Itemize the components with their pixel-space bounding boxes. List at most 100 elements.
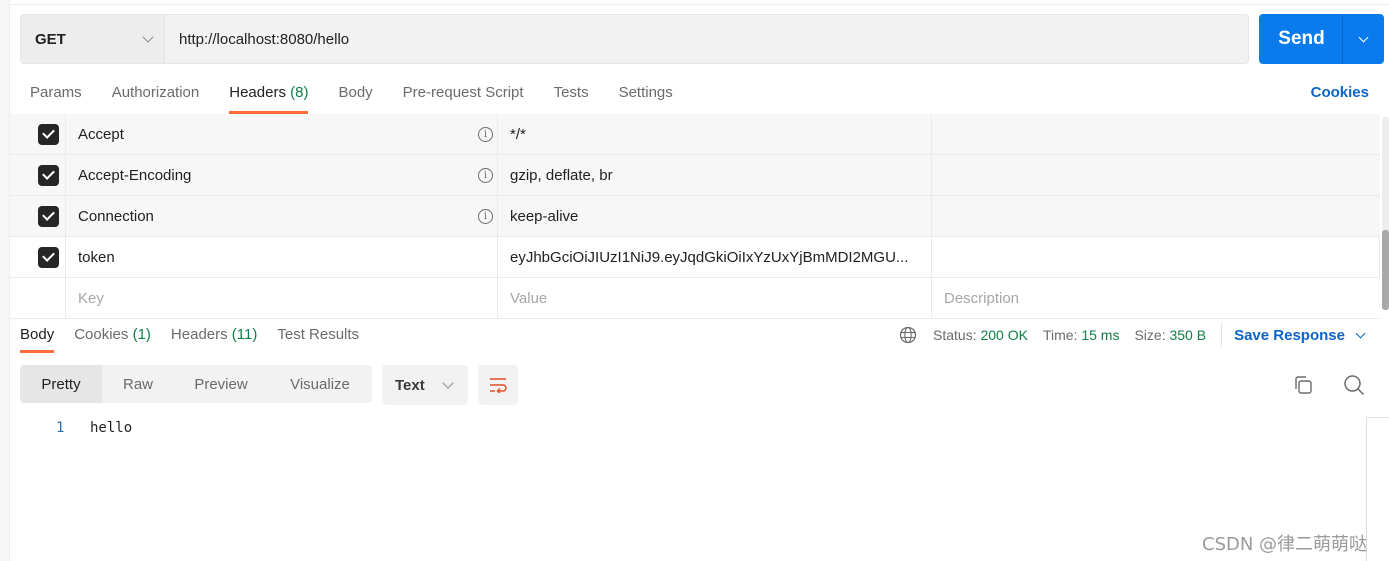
search-icon[interactable] — [1342, 373, 1366, 397]
url-input[interactable]: http://localhost:8080/hello — [165, 31, 349, 48]
tab-label: Body — [20, 326, 55, 343]
line-number: 1 — [56, 420, 65, 436]
info-icon[interactable]: i — [478, 126, 493, 142]
size-value: 350 B — [1169, 327, 1207, 343]
tab-label: Headers — [229, 84, 286, 101]
table-row: Accept-Encoding i gzip, deflate, br — [10, 155, 1380, 196]
cookies-count: (1) — [132, 326, 151, 343]
tab-headers[interactable]: Headers (8) — [229, 84, 309, 114]
header-key[interactable]: token — [66, 237, 498, 277]
header-key-text: Connection — [78, 207, 154, 225]
editor-scrollbar-edge — [1366, 417, 1389, 418]
response-body-editor[interactable]: 1 hello — [20, 415, 1365, 561]
tab-label: Test Results — [277, 326, 360, 343]
header-value[interactable]: gzip, deflate, br — [498, 155, 932, 195]
row-checkbox[interactable] — [38, 205, 59, 227]
new-description-input[interactable]: Description — [932, 278, 1380, 318]
wrap-lines-button[interactable] — [478, 365, 518, 405]
table-row: Accept i */* — [10, 114, 1380, 155]
tab-tests[interactable]: Tests — [554, 84, 589, 114]
tab-authorization[interactable]: Authorization — [112, 84, 200, 114]
language-select[interactable]: Text — [382, 365, 468, 405]
tab-label: Body — [338, 84, 373, 101]
chevron-down-icon — [442, 377, 454, 389]
chevron-down-icon — [1358, 32, 1369, 42]
header-key-text: Accept — [78, 125, 124, 143]
header-key-text: token — [78, 248, 115, 266]
copy-icon[interactable] — [1292, 374, 1314, 396]
row-checkbox-cell — [10, 237, 66, 277]
save-response-label: Save Response — [1234, 326, 1345, 344]
size-readout[interactable]: Size: 350 B — [1134, 327, 1206, 343]
wrap-lines-icon — [490, 378, 507, 393]
tab-response-headers[interactable]: Headers (11) — [171, 326, 257, 356]
tab-label: Cookies — [74, 326, 129, 343]
tab-label: Settings — [618, 84, 673, 101]
mode-preview[interactable]: Preview — [174, 365, 268, 403]
send-options-button[interactable] — [1343, 14, 1384, 64]
row-checkbox-cell — [10, 196, 66, 236]
header-value[interactable]: keep-alive — [498, 196, 932, 236]
tab-response-cookies[interactable]: Cookies (1) — [74, 326, 151, 356]
tab-label: Tests — [553, 84, 589, 101]
header-value[interactable]: eyJhbGciOiJIUzI1NiJ9.eyJqdGkiOiIxYzUxYjB… — [498, 237, 932, 277]
send-button[interactable]: Send — [1259, 14, 1343, 64]
tab-label: Authorization — [111, 84, 200, 101]
header-description[interactable] — [932, 196, 1380, 236]
new-header-row: Key Value Description — [10, 278, 1380, 319]
info-icon[interactable]: i — [478, 167, 493, 183]
header-description[interactable] — [932, 155, 1380, 195]
info-icon[interactable]: i — [478, 208, 493, 224]
header-key[interactable]: Connection i — [66, 196, 498, 236]
header-description[interactable] — [932, 114, 1380, 154]
header-description[interactable] — [932, 237, 1379, 277]
sidebar-edge — [0, 0, 10, 561]
time-label: Time: — [1042, 327, 1078, 343]
row-checkbox[interactable] — [38, 164, 59, 186]
new-key-input[interactable]: Key — [66, 278, 498, 318]
tab-response-body[interactable]: Body — [20, 326, 55, 356]
request-tabs: Params Authorization Headers (8) Body Pr… — [30, 84, 703, 114]
tab-label: Pre-request Script — [402, 84, 524, 101]
mode-visualize[interactable]: Visualize — [268, 365, 372, 403]
save-response-button[interactable]: Save Response — [1234, 326, 1366, 344]
table-row: Connection i keep-alive — [10, 196, 1380, 237]
method-select[interactable]: GET — [21, 15, 165, 63]
status-readout[interactable]: Status: 200 OK — [933, 327, 1028, 343]
header-value[interactable]: */* — [498, 114, 932, 154]
divider — [1221, 323, 1223, 347]
status-label: Status: — [933, 327, 977, 343]
send-button-group: Send — [1259, 14, 1384, 64]
row-checkbox[interactable] — [38, 246, 59, 268]
cookies-link[interactable]: Cookies — [1311, 84, 1369, 101]
request-url-bar: GET http://localhost:8080/hello — [20, 14, 1249, 64]
row-checkbox-cell — [10, 278, 66, 318]
chevron-down-icon — [1355, 328, 1366, 338]
globe-icon[interactable] — [899, 326, 917, 344]
new-value-input[interactable]: Value — [498, 278, 932, 318]
mode-raw[interactable]: Raw — [102, 365, 174, 403]
response-meta: Status: 200 OK Time: 15 ms Size: 350 B S… — [899, 323, 1366, 347]
tab-params[interactable]: Params — [30, 84, 82, 114]
headers-count: (8) — [290, 84, 309, 101]
tab-pre-request-script[interactable]: Pre-request Script — [403, 84, 524, 114]
header-key-text: Accept-Encoding — [78, 166, 192, 184]
headers-count: (11) — [231, 326, 258, 343]
status-value: 200 OK — [980, 327, 1028, 343]
size-label: Size: — [1134, 327, 1166, 343]
format-mode-selector: Pretty Raw Preview Visualize — [20, 365, 372, 403]
header-key[interactable]: Accept-Encoding i — [66, 155, 498, 195]
time-readout[interactable]: Time: 15 ms — [1043, 327, 1120, 343]
tab-settings[interactable]: Settings — [619, 84, 673, 114]
headers-table: Accept i */* Accept-Encoding i gzip, defla… — [10, 114, 1380, 319]
row-checkbox[interactable] — [38, 123, 59, 145]
scrollbar-thumb[interactable] — [1382, 230, 1389, 310]
tab-test-results[interactable]: Test Results — [277, 326, 359, 356]
tab-strip-edge — [10, 0, 1389, 5]
tab-label: Params — [30, 84, 82, 101]
header-key[interactable]: Accept i — [66, 114, 498, 154]
tab-body[interactable]: Body — [338, 84, 372, 114]
tab-label: Headers — [170, 326, 228, 343]
table-row: token eyJhbGciOiJIUzI1NiJ9.eyJqdGkiOiIxY… — [10, 237, 1380, 278]
mode-pretty[interactable]: Pretty — [20, 365, 102, 403]
